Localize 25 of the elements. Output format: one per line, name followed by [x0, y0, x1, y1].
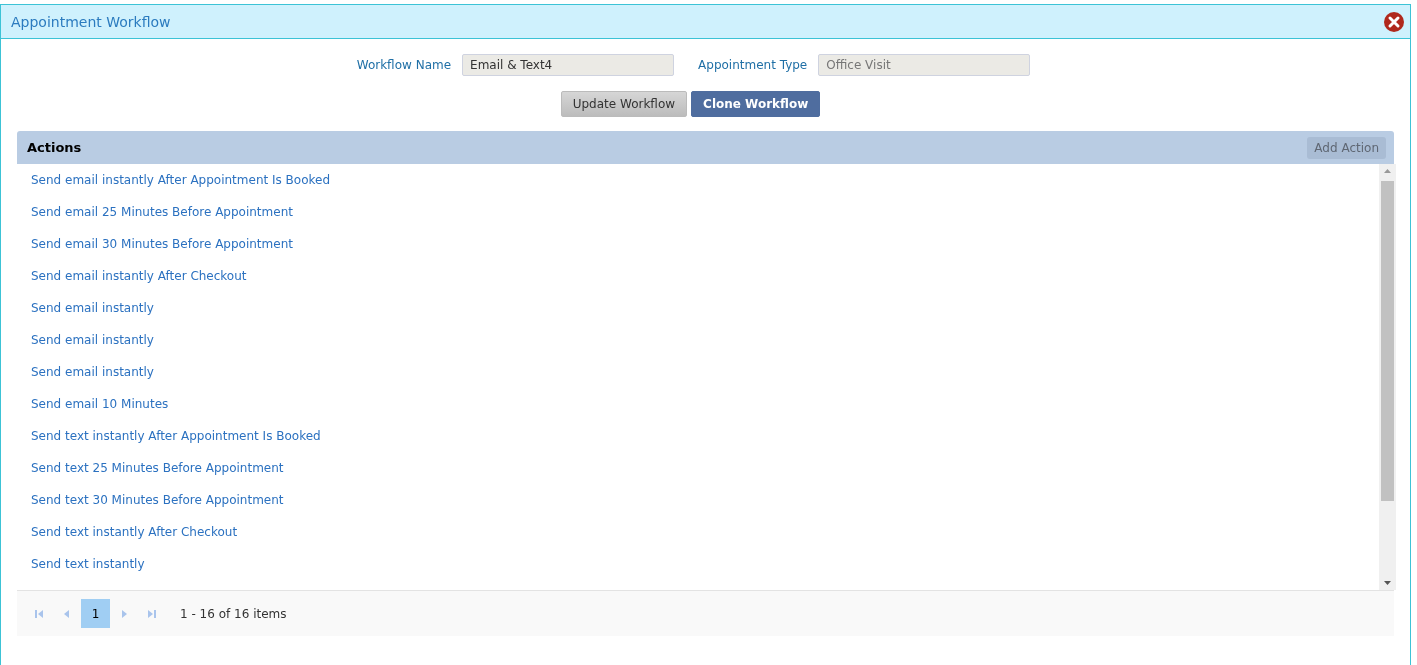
action-link[interactable]: Send email instantly	[31, 301, 154, 315]
action-link[interactable]: Send text instantly	[31, 557, 145, 571]
field-label: Appointment Type	[698, 58, 808, 72]
action-link[interactable]: Send text 30 Minutes Before Appointment	[31, 493, 284, 507]
clone-button[interactable]: Clone Workflow	[691, 91, 821, 117]
field-label: Workflow Name	[356, 58, 452, 72]
action-link[interactable]: Send email 10 Minutes	[31, 397, 169, 411]
action-link[interactable]: Send email instantly After Checkout	[31, 269, 247, 283]
action-link[interactable]: Send email 25 Minutes Before Appointment	[31, 205, 293, 219]
action-link[interactable]: Send email 30 Minutes Before Appointment	[31, 237, 293, 251]
input-field[interactable]: Email & Text4	[462, 54, 675, 76]
action-link[interactable]: Send email instantly After Appointment Is Booked	[31, 173, 331, 187]
window-title: Appointment Workflow	[11, 13, 171, 30]
action-link[interactable]: Send text instantly After Appointment Is Booked	[31, 429, 321, 443]
update-button[interactable]: Update Workflow	[560, 91, 688, 117]
action-link[interactable]: Send text instantly After Checkout	[31, 525, 238, 539]
action-link[interactable]: Send text 25 Minutes Before Appointment	[31, 461, 284, 475]
scrollbar[interactable]	[1379, 164, 1396, 590]
action-link[interactable]: Send email instantly	[31, 365, 154, 379]
grid-title: Actions	[27, 140, 82, 155]
page-button[interactable]: 1	[81, 599, 110, 628]
close-icon[interactable]	[1384, 11, 1404, 32]
pager-summary: 1 - 16 of 16 items	[180, 606, 287, 621]
action-link[interactable]: Send email instantly	[31, 333, 154, 347]
scrollbar-thumb[interactable]	[1381, 181, 1394, 501]
